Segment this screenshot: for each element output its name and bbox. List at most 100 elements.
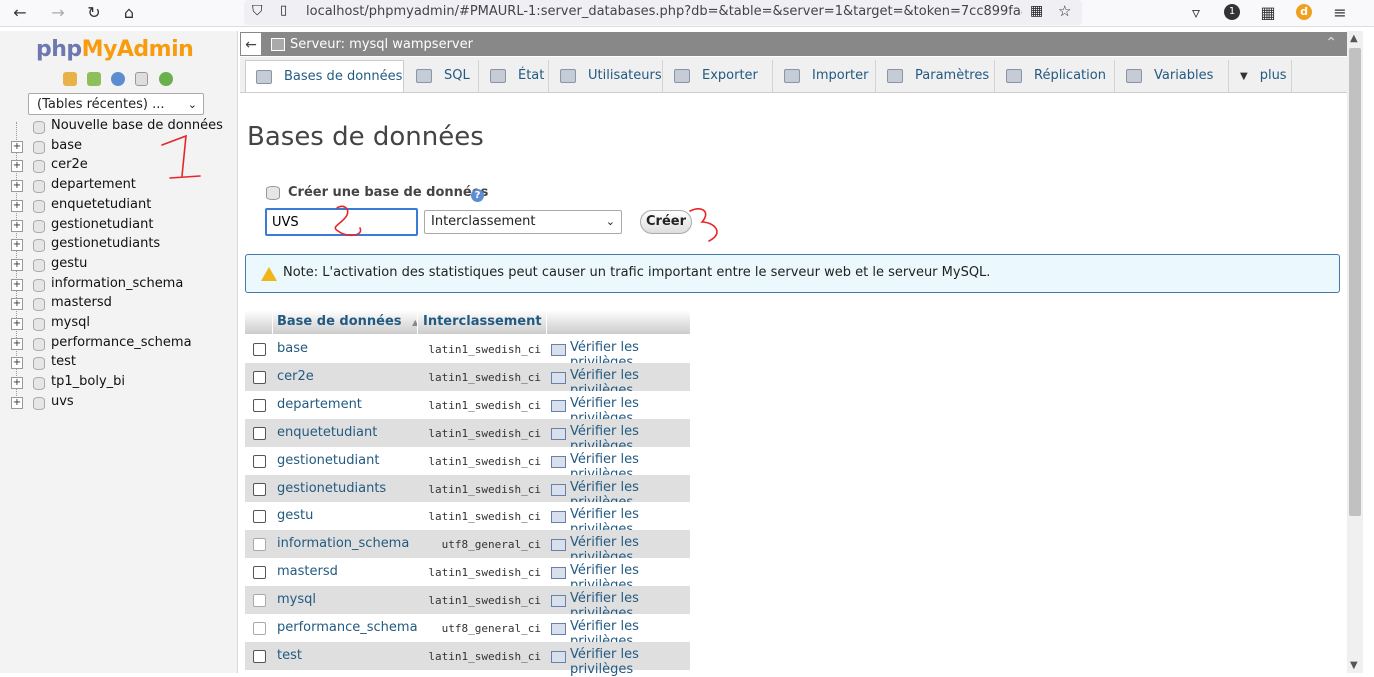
menu-icon[interactable]: ≡ — [1329, 2, 1351, 24]
sidebar-item-uvs[interactable]: + uvs — [0, 393, 236, 413]
sidebar-item-gestu[interactable]: + gestu — [0, 255, 236, 275]
database-name-link[interactable]: information_schema — [277, 536, 409, 551]
help-icon[interactable] — [111, 72, 125, 86]
expand-plus-icon[interactable]: + — [11, 337, 23, 350]
tab-sql[interactable]: SQL — [406, 60, 479, 92]
row-checkbox[interactable] — [253, 398, 266, 412]
tab-réplication[interactable]: Réplication — [996, 60, 1115, 92]
expand-plus-icon[interactable]: + — [11, 239, 23, 252]
column-header-database[interactable]: Base de données ▲ — [277, 314, 418, 329]
database-name-link[interactable]: cer2e — [277, 369, 314, 384]
sidebar-item-gestionetudiant[interactable]: + gestionetudiant — [0, 216, 236, 236]
sidebar-item-gestionetudiants[interactable]: + gestionetudiants — [0, 235, 236, 255]
expand-plus-icon[interactable]: + — [11, 219, 23, 232]
create-button[interactable]: Créer — [640, 210, 692, 234]
shield-icon[interactable]: ⛉ — [252, 3, 263, 19]
database-name-link[interactable]: mysql — [277, 592, 316, 607]
url-bar[interactable]: ⛉ ▯ localhost/phpmyadmin/#PMAURL-1:serve… — [244, 0, 1082, 25]
extensions-icon[interactable]: ▦ — [1257, 2, 1279, 24]
sidebar-item-departement[interactable]: + departement — [0, 176, 236, 196]
forward-arrow-icon[interactable]: → — [47, 2, 69, 24]
privileges-icon[interactable] — [551, 567, 566, 580]
logout-icon[interactable] — [87, 72, 101, 86]
database-name-link[interactable]: mastersd — [277, 564, 338, 579]
reload-icon[interactable]: ↻ — [83, 2, 105, 24]
row-checkbox[interactable] — [253, 649, 266, 663]
help-icon[interactable]: ? — [471, 189, 484, 202]
database-name-link[interactable]: enquetetudiant — [277, 425, 377, 440]
privileges-icon[interactable] — [551, 399, 566, 412]
tab-utilisateurs[interactable]: Utilisateurs — [550, 60, 663, 92]
expand-plus-icon[interactable]: + — [11, 298, 23, 311]
expand-plus-icon[interactable]: + — [11, 278, 23, 291]
expand-plus-icon[interactable]: + — [11, 318, 23, 330]
database-name-input[interactable] — [265, 208, 418, 236]
database-name-link[interactable]: test — [277, 648, 302, 663]
addon-icon[interactable]: d — [1296, 4, 1312, 20]
collapse-up-icon[interactable]: ⌃ — [1325, 35, 1337, 51]
sidebar-item-mysql[interactable]: + mysql — [0, 314, 236, 334]
scroll-up-icon[interactable]: ▲ — [1350, 33, 1358, 44]
expand-plus-icon[interactable]: + — [11, 357, 23, 370]
notification-badge[interactable]: 1 — [1224, 4, 1240, 20]
tab-variables[interactable]: Variables — [1116, 60, 1229, 92]
collapse-sidebar-icon[interactable]: ← — [240, 32, 262, 56]
tab-exporter[interactable]: Exporter — [664, 60, 773, 92]
tab-paramètres[interactable]: Paramètres — [877, 60, 995, 92]
database-name-link[interactable]: performance_schema — [277, 620, 418, 635]
row-checkbox[interactable] — [253, 566, 266, 580]
collation-select[interactable]: Interclassement ⌄ — [424, 210, 622, 234]
database-name-link[interactable]: gestu — [277, 508, 313, 523]
privileges-icon[interactable] — [551, 539, 566, 552]
row-checkbox[interactable] — [253, 454, 266, 468]
pocket-icon[interactable]: ▿ — [1185, 2, 1207, 24]
url-text[interactable]: localhost/phpmyadmin/#PMAURL-1:server_da… — [306, 4, 1022, 19]
privileges-icon[interactable] — [551, 483, 566, 496]
reload-nav-icon[interactable] — [159, 72, 173, 86]
scroll-down-icon[interactable]: ▼ — [1350, 660, 1358, 671]
sidebar-item-base[interactable]: + base — [0, 137, 236, 157]
privileges-icon[interactable] — [551, 650, 566, 663]
privileges-icon[interactable] — [551, 455, 566, 468]
privileges-icon[interactable] — [551, 623, 566, 635]
scrollbar-thumb[interactable] — [1349, 48, 1361, 516]
sidebar-item-tp1-boly-bi[interactable]: + tp1_boly_bi — [0, 373, 236, 393]
tab-importer[interactable]: Importer — [774, 60, 876, 92]
phpmyadmin-logo[interactable]: phpMyAdmin — [36, 37, 194, 62]
sidebar-item-cer2e[interactable]: + cer2e — [0, 156, 236, 176]
database-name-link[interactable]: gestionetudiant — [277, 453, 379, 468]
tab-bases-de-données[interactable]: Bases de données — [245, 60, 404, 92]
row-checkbox[interactable] — [253, 370, 266, 384]
docs-icon[interactable] — [135, 72, 148, 86]
sidebar-item-performance-schema[interactable]: + performance_schema — [0, 334, 236, 354]
back-arrow-icon[interactable]: ← — [9, 2, 31, 24]
qr-code-icon[interactable]: ▦ — [1030, 3, 1043, 19]
bookmark-star-icon[interactable]: ☆ — [1058, 2, 1071, 20]
check-privileges-link[interactable]: Vérifier les privilèges — [570, 647, 690, 677]
home-icon[interactable]: ⌂ — [118, 2, 140, 24]
sidebar-item-new-database[interactable]: Nouvelle base de données — [0, 117, 236, 137]
privileges-icon[interactable] — [551, 371, 566, 384]
row-checkbox[interactable] — [253, 343, 266, 356]
server-title[interactable]: Serveur: mysql wampserver — [290, 37, 473, 52]
expand-plus-icon[interactable]: + — [11, 258, 23, 271]
privileges-icon[interactable] — [551, 427, 566, 440]
expand-plus-icon[interactable]: + — [11, 396, 23, 409]
expand-plus-icon[interactable]: + — [11, 140, 23, 153]
expand-plus-icon[interactable]: + — [11, 199, 23, 212]
sidebar-item-mastersd[interactable]: + mastersd — [0, 294, 236, 314]
database-name-link[interactable]: gestionetudiants — [277, 481, 386, 496]
privileges-icon[interactable] — [551, 344, 566, 356]
expand-plus-icon[interactable]: + — [11, 160, 23, 173]
tab-état[interactable]: État — [480, 60, 549, 92]
expand-plus-icon[interactable]: + — [11, 180, 23, 193]
home-icon[interactable] — [63, 72, 77, 86]
privileges-icon[interactable] — [551, 511, 566, 524]
database-name-link[interactable]: departement — [277, 397, 362, 412]
column-header-collation[interactable]: Interclassement — [423, 314, 542, 329]
row-checkbox[interactable] — [253, 426, 266, 440]
recent-tables-select[interactable]: (Tables récentes) ... ⌄ — [28, 93, 204, 115]
privileges-icon[interactable] — [551, 595, 566, 608]
database-name-link[interactable]: base — [277, 341, 308, 356]
row-checkbox[interactable] — [253, 482, 266, 496]
